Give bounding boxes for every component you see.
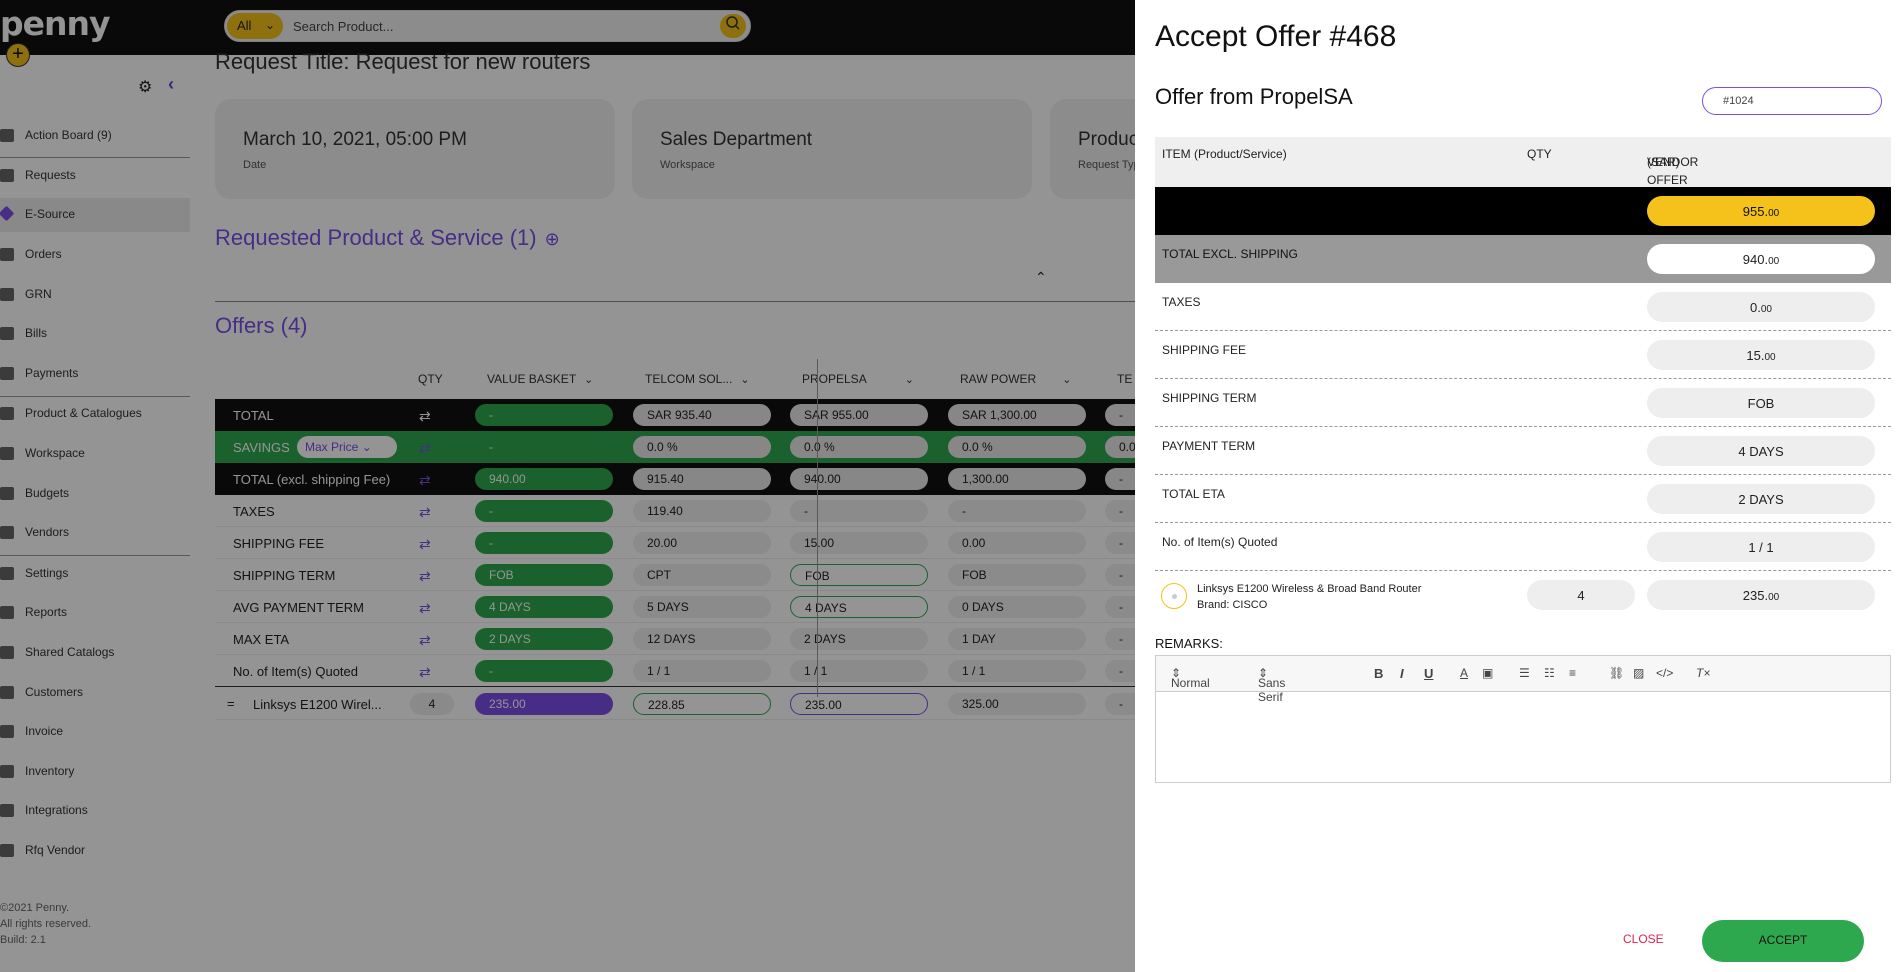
offer-row-total-excl: TOTAL EXCL. SHIPPING 940.00 <box>1155 235 1891 283</box>
drawer-subtitle: Offer from PropelSA <box>1155 84 1353 109</box>
value-int: 0. <box>1750 300 1761 315</box>
style-select[interactable]: Normal ⇕ <box>1171 666 1210 690</box>
value-int: 2 DAYS <box>1738 492 1784 507</box>
font-select[interactable]: Sans Serif ⇕ <box>1258 666 1285 704</box>
text-color-icon[interactable]: A <box>1460 666 1468 680</box>
value-int: 955. <box>1742 204 1769 219</box>
offer-row-payment-term: PAYMENT TERM 4 DAYS <box>1155 427 1891 475</box>
value-int: 15. <box>1746 348 1765 363</box>
value-dec: 00 <box>1768 208 1780 219</box>
drawer-title: Accept Offer #468 <box>1155 20 1397 53</box>
row-label: TOTAL EXCL. SHIPPING <box>1162 247 1298 261</box>
offer-row-shipping-term: SHIPPING TERM FOB <box>1155 379 1891 427</box>
row-label: TAXES <box>1162 295 1201 309</box>
offer-item-row: Linksys E1200 Wireless & Broad Band Rout… <box>1155 571 1891 619</box>
row-value: 15.00 <box>1647 340 1875 370</box>
bold-icon[interactable]: B <box>1374 666 1383 681</box>
offer-table-header: ITEM (Product/Service) QTY VENDOR OFFER(… <box>1155 137 1891 187</box>
ordered-list-icon[interactable]: ☰ <box>1519 666 1530 680</box>
item-radio[interactable] <box>1161 583 1187 609</box>
col-item: ITEM (Product/Service) <box>1162 147 1287 161</box>
value-int: 235. <box>1742 588 1769 603</box>
row-label: TOTAL ETA <box>1162 487 1225 501</box>
accept-button[interactable]: ACCEPT <box>1702 920 1864 962</box>
remarks-label: REMARKS: <box>1155 636 1223 651</box>
offer-row-taxes: TAXES 0.00 <box>1155 283 1891 331</box>
value-dec: 00 <box>1760 304 1772 315</box>
row-label: No. of Item(s) Quoted <box>1162 535 1278 549</box>
editor-toolbar: Normal ⇕ Sans Serif ⇕ B I U A ▣ ☰ ☷ ≡ ⛓ … <box>1156 656 1890 704</box>
code-icon[interactable]: </> <box>1656 666 1673 680</box>
value-dec: 00 <box>1764 352 1776 363</box>
item-price: 235.00 <box>1647 580 1875 610</box>
value-int: 4 DAYS <box>1738 444 1784 459</box>
row-label: SHIPPING FEE <box>1162 343 1247 357</box>
row-value: 4 DAYS <box>1647 436 1875 466</box>
row-value: 0.00 <box>1647 292 1875 322</box>
offer-total-row: 955.00 <box>1155 187 1891 235</box>
value-dec: 00 <box>1768 256 1780 267</box>
align-icon[interactable]: ≡ <box>1569 666 1576 680</box>
row-value: FOB <box>1647 388 1875 418</box>
offer-row-total-eta: TOTAL ETA 2 DAYS <box>1155 475 1891 523</box>
style-select-label: Normal <box>1171 676 1210 690</box>
value-int: 1 / 1 <box>1748 540 1774 555</box>
item-name: Linksys E1200 Wireless & Broad Band Rout… <box>1197 583 1422 595</box>
image-icon[interactable]: ▨ <box>1633 666 1644 680</box>
item-brand: Brand: CISCO <box>1197 599 1268 611</box>
offer-row-shipping-fee: SHIPPING FEE 15.00 <box>1155 331 1891 379</box>
col-unit: (SAR) <box>1647 155 1680 169</box>
offer-total-value: 955.00 <box>1647 196 1875 226</box>
clear-format-icon[interactable]: T× <box>1696 666 1710 680</box>
underline-icon[interactable]: U <box>1424 666 1433 681</box>
bullet-list-icon[interactable]: ☷ <box>1544 666 1555 680</box>
offer-row-items-quoted: No. of Item(s) Quoted 1 / 1 <box>1155 523 1891 571</box>
row-value: 2 DAYS <box>1647 484 1875 514</box>
accept-offer-drawer: Accept Offer #468 Offer from PropelSA #1… <box>1135 0 1903 972</box>
row-value: 940.00 <box>1647 244 1875 274</box>
item-details: Linksys E1200 Wireless & Broad Band Rout… <box>1197 581 1421 613</box>
value-dec: 00 <box>1768 592 1780 603</box>
close-button[interactable]: CLOSE <box>1623 932 1664 946</box>
value-int: 940. <box>1742 252 1769 267</box>
row-label: PAYMENT TERM <box>1162 439 1256 453</box>
item-qty: 4 <box>1527 580 1635 610</box>
italic-icon[interactable]: I <box>1400 666 1404 681</box>
remarks-editor[interactable]: Normal ⇕ Sans Serif ⇕ B I U A ▣ ☰ ☷ ≡ ⛓ … <box>1155 655 1891 783</box>
font-select-label: Sans Serif <box>1258 676 1286 704</box>
row-label: SHIPPING TERM <box>1162 391 1257 405</box>
modal-backdrop[interactable] <box>0 0 1135 972</box>
row-value: 1 / 1 <box>1647 532 1875 562</box>
reference-input[interactable]: #1024 <box>1702 87 1882 115</box>
value-int: FOB <box>1747 396 1775 411</box>
col-qty: QTY <box>1527 147 1552 161</box>
highlight-icon[interactable]: ▣ <box>1482 666 1493 680</box>
link-icon[interactable]: ⛓ <box>1609 666 1624 680</box>
